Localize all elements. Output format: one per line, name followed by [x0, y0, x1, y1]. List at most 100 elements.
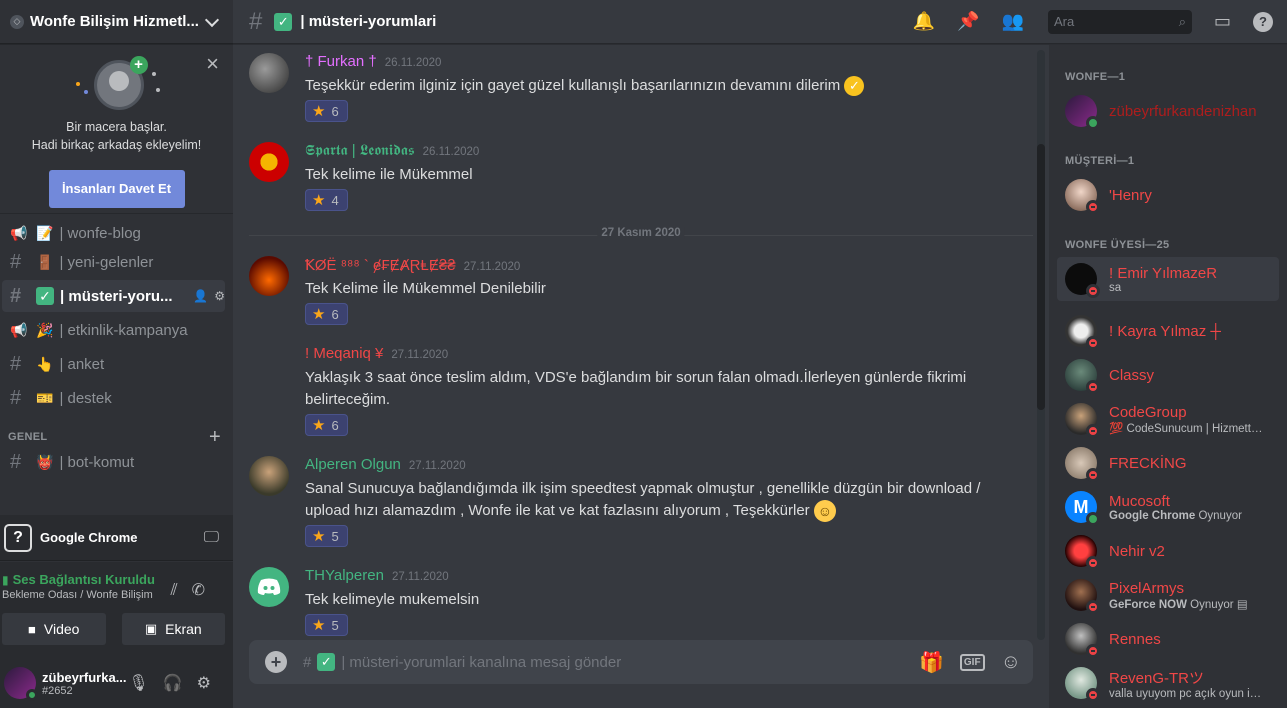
member-category: MÜŞTERİ—1: [1065, 155, 1135, 167]
member-name: Rennes: [1109, 630, 1161, 648]
member-activity: valla uyuyom pc açık oyun iniyo: [1109, 687, 1265, 700]
date-divider: 27 Kasım 2020: [249, 227, 1033, 239]
avatar: [1065, 447, 1100, 482]
channel-anket[interactable]: # 👆 | anket: [2, 348, 225, 380]
member-item[interactable]: M Mucosoft Google Chrome Oynuyor: [1057, 485, 1279, 529]
gear-icon[interactable]: ⚙: [214, 289, 225, 303]
invite-illustration: +: [72, 56, 162, 112]
discord-logo-icon[interactable]: [249, 567, 289, 607]
channel-etkinlik-kampanya[interactable]: 📢 🎉 | etkinlik-kampanya: [2, 314, 225, 346]
channel-wonfe-blog[interactable]: 📢 📝 | wonfe-blog: [2, 222, 225, 244]
member-item[interactable]: ! Emir YılmazeR sa: [1057, 257, 1279, 301]
message-author[interactable]: Alperen Olgun: [305, 456, 401, 473]
reaction-star[interactable]: ★ 6: [305, 414, 348, 436]
noise-suppression-icon[interactable]: ⫽: [170, 582, 191, 599]
member-item[interactable]: FRECKİNG: [1057, 441, 1279, 485]
camera-icon: ■: [28, 621, 36, 637]
message-text: Tek kelimeyle mukemelsin: [305, 591, 480, 608]
dnd-status-icon: [1086, 380, 1100, 394]
message: 𝕾𝖕𝖆𝖗𝖙𝖆 | 𝕷𝖊𝖔𝖓𝖎𝖉𝖆𝖘 26.11.2020 Tek kelime …: [249, 142, 1039, 211]
reaction-count: 5: [331, 528, 339, 544]
voice-status[interactable]: Ses Bağlantısı Kuruldu: [13, 572, 155, 587]
disconnect-icon[interactable]: ✆: [192, 582, 219, 599]
avatar[interactable]: [249, 456, 289, 496]
message-timestamp: 26.11.2020: [384, 57, 442, 69]
channel-bot-komut[interactable]: # 👹 | bot-komut: [2, 446, 225, 478]
message-author[interactable]: ! Meqaniq ¥: [305, 345, 383, 362]
member-item[interactable]: Nehir v2: [1057, 529, 1279, 573]
inbox-icon[interactable]: ▭: [1214, 11, 1231, 32]
message-author[interactable]: THYalperen: [305, 567, 384, 584]
bell-icon[interactable]: 🔔: [913, 11, 935, 32]
announcement-icon: 📢: [10, 224, 28, 241]
headphones-icon[interactable]: 🎧: [163, 675, 197, 692]
pin-icon[interactable]: 📌: [957, 11, 979, 32]
screen-share-icon[interactable]: 🖵: [204, 529, 219, 547]
member-activity: 💯 CodeSunucum | Hizmette S...: [1109, 422, 1265, 435]
channel-yeni-gelenler[interactable]: # 🚪 | yeni-gelenler: [2, 246, 225, 278]
channel-destek[interactable]: # 🎫 | destek: [2, 382, 225, 414]
message-author[interactable]: ꝀØË ⁸⁸⁸ ` ɇ₣ɆȺⱤⱠɆ₴₴: [305, 256, 456, 274]
server-header[interactable]: ◇ Wonfe Bilişim Hizmetl...: [0, 0, 233, 44]
message-scrollbar[interactable]: [1037, 50, 1045, 640]
member-item[interactable]: PixelArmys GeForce NOW Oynuyor ▤: [1057, 573, 1279, 617]
member-item[interactable]: ! Kayra Yılmaz ┼: [1057, 309, 1279, 353]
gif-icon[interactable]: GIF: [959, 653, 985, 671]
reaction-count: 6: [331, 103, 339, 119]
close-icon[interactable]: ×: [206, 53, 219, 75]
chevron-down-icon[interactable]: [204, 12, 220, 27]
member-item[interactable]: CodeGroup 💯 CodeSunucum | Hizmette S...: [1057, 397, 1279, 441]
avatar[interactable]: [249, 256, 289, 296]
channel-emoji: 👆: [36, 355, 54, 372]
reaction-star[interactable]: ★ 5: [305, 614, 348, 636]
member-item[interactable]: 'Henry: [1057, 173, 1279, 217]
message-composer[interactable]: + # ✓ | müsteri-yorumlari kanalına mesaj…: [249, 640, 1033, 684]
message-timestamp: 27.11.2020: [408, 460, 466, 472]
gear-icon[interactable]: ⚙: [197, 675, 225, 692]
invite-people-button[interactable]: İnsanları Davet Et: [48, 170, 185, 208]
message: † Furkan † 26.11.2020 Teşekkür ederim il…: [249, 53, 1039, 122]
discord-app: ◇ Wonfe Bilişim Hizmetl... × + Bir macer…: [0, 0, 1287, 708]
avatar[interactable]: [4, 667, 38, 701]
message-author[interactable]: † Furkan †: [305, 53, 377, 70]
members-icon[interactable]: 👥: [1002, 11, 1024, 32]
search-input[interactable]: Ara ⌕: [1047, 9, 1192, 34]
reaction-count: 6: [331, 417, 339, 433]
activity-verb: Oynuyor: [1195, 509, 1242, 522]
dnd-status-icon: [1086, 468, 1100, 482]
channel-musteri-yorumlari[interactable]: # ✓ | müsteri-yoru... 👤 ⚙: [2, 280, 225, 312]
star-icon: ★: [312, 617, 326, 634]
reaction-star[interactable]: ★ 5: [305, 525, 348, 548]
emoji-picker-icon[interactable]: ☺: [1001, 651, 1021, 674]
avatar[interactable]: [249, 142, 289, 182]
reaction-star[interactable]: ★ 6: [305, 303, 348, 325]
member-item[interactable]: Classy: [1057, 353, 1279, 397]
microphone-icon[interactable]: 🎙: [128, 675, 162, 692]
member-item[interactable]: Rennes: [1057, 617, 1279, 661]
invite-member-icon[interactable]: 👤: [193, 289, 208, 303]
message-author[interactable]: 𝕾𝖕𝖆𝖗𝖙𝖆 | 𝕷𝖊𝖔𝖓𝖎𝖉𝖆𝖘: [305, 142, 415, 159]
message-timestamp: 27.11.2020: [463, 261, 521, 273]
member-item[interactable]: RevenG-TRツ valla uyuyom pc açık oyun iniy…: [1057, 661, 1279, 705]
reaction-star[interactable]: ★ 6: [305, 100, 348, 122]
reaction-count: 4: [331, 192, 339, 208]
avatar[interactable]: [249, 53, 289, 93]
hashtag-icon: #: [10, 250, 22, 273]
message-text: Yaklaşık 3 saat önce teslim aldım, VDS'e…: [305, 369, 967, 386]
avatar: [1065, 179, 1100, 214]
date-divider-label: 27 Kasım 2020: [597, 227, 685, 239]
screen-share-icon: ▣: [144, 621, 158, 636]
dnd-status-icon: [1086, 644, 1100, 658]
help-icon[interactable]: ?: [1253, 11, 1273, 32]
gift-icon[interactable]: 🎁: [919, 650, 944, 675]
check-emoji-icon: ✓: [317, 653, 336, 671]
scrollbar-thumb[interactable]: [1037, 144, 1045, 410]
member-item[interactable]: zübeyrfurkandenizhan: [1057, 89, 1279, 133]
message-input[interactable]: # ✓ | müsteri-yorumlari kanalına mesaj g…: [303, 653, 919, 671]
category-genel[interactable]: GENEL +: [0, 416, 233, 448]
upload-plus-icon[interactable]: +: [265, 651, 287, 673]
video-button[interactable]: ■ Video: [2, 613, 106, 645]
reaction-star[interactable]: ★ 4: [305, 189, 348, 211]
screen-button[interactable]: ▣ Ekran: [121, 613, 225, 645]
channel-label: | wonfe-blog: [59, 224, 141, 242]
